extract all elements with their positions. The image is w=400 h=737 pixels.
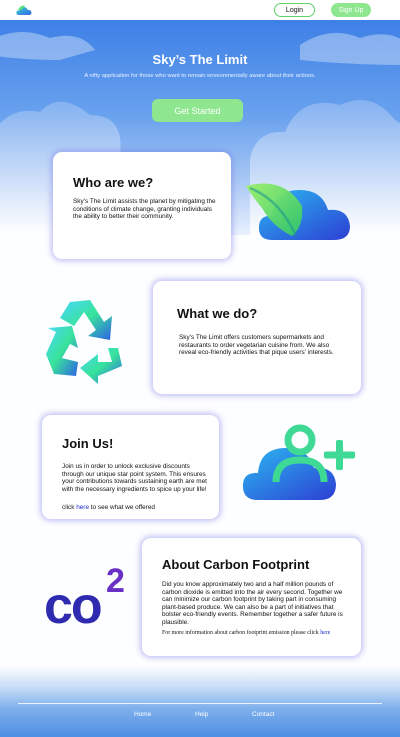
co2-subscript: 2 (106, 562, 125, 600)
carbon-footprint-here-link[interactable]: here (320, 630, 330, 636)
join-us-note: click here to see what we offered (62, 504, 155, 511)
carbon-footprint-card: About Carbon Footprint Did you know appr… (142, 538, 361, 656)
carbon-footprint-note-prefix: For more information about carbon footpr… (162, 630, 321, 636)
carbon-footprint-text: Did you know approximately two and a hal… (162, 581, 343, 626)
hero-title: Sky’s The Limit (152, 52, 248, 67)
carbon-footprint-heading: About Carbon Footprint (162, 557, 310, 572)
join-us-heading: Join Us! (62, 436, 114, 451)
join-us-note-prefix: click (62, 504, 77, 511)
footer-link-help[interactable]: Help (195, 711, 208, 718)
signup-button[interactable]: Sign Up (331, 3, 371, 17)
join-us-card: Join Us! Join us in order to unlock excl… (42, 415, 219, 519)
cloud-leaf-icon (246, 183, 350, 240)
footer-link-contact[interactable]: Contact (252, 711, 274, 718)
login-button[interactable]: Login (274, 3, 315, 17)
join-us-here-link[interactable]: here (76, 504, 89, 511)
recycle-icon (46, 300, 122, 384)
hero-subtitle: A nifty application for those who want t… (84, 73, 316, 79)
cloud-leaf-logo-icon[interactable] (16, 4, 34, 17)
footer-divider (18, 703, 382, 704)
co2-text: co (44, 577, 103, 635)
cloud-add-user-icon (242, 424, 355, 500)
what-we-do-text: Sky’s The Limit offers customers superma… (179, 334, 334, 357)
footer (0, 665, 400, 737)
who-are-we-heading: Who are we? (73, 175, 154, 190)
join-us-note-suffix: to see what we offered (89, 504, 155, 511)
who-are-we-card: Who are we? Sky’s The Limit assists the … (53, 152, 231, 259)
get-started-button[interactable]: Get Started (152, 99, 243, 122)
what-we-do-card: What we do? Sky’s The Limit offers custo… (153, 281, 361, 394)
who-are-we-text: Sky’s The Limit assists the planet by mi… (73, 198, 216, 221)
co2-icon: co 2 (44, 562, 134, 635)
carbon-footprint-note: For more information about carbon footpr… (162, 630, 330, 636)
top-bar: Login Sign Up (0, 0, 400, 20)
join-us-text: Join us in order to unlock exclusive dis… (62, 463, 207, 493)
footer-link-home[interactable]: Home (134, 711, 151, 718)
what-we-do-heading: What we do? (177, 306, 258, 321)
